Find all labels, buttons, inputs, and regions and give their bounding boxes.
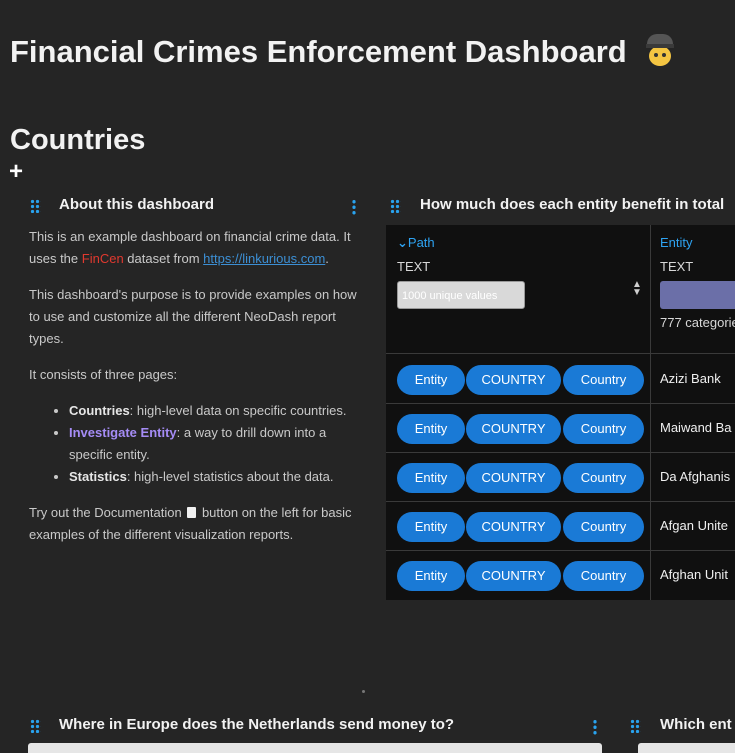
about-card-body: This is an example dashboard on financia… bbox=[29, 226, 367, 560]
table-row[interactable]: Entity COUNTRY Country Da Afghanis bbox=[386, 453, 735, 502]
about-paragraph-1: This is an example dashboard on financia… bbox=[29, 229, 351, 266]
dashboard-title-text: Financial Crimes Enforcement Dashboard bbox=[10, 34, 627, 69]
page-title: Countries bbox=[10, 124, 146, 156]
country-label-chip[interactable]: COUNTRY bbox=[466, 414, 561, 444]
table-row[interactable]: Entity COUNTRY Country Maiwand Ba bbox=[386, 404, 735, 453]
data-table: ⌄Path TEXT 1000 unique values ▲ ▼ Entity … bbox=[386, 225, 735, 600]
entity-chip[interactable]: Entity bbox=[397, 365, 465, 395]
column-header-path[interactable]: ⌄Path bbox=[397, 235, 435, 251]
entity-chip[interactable]: Entity bbox=[397, 561, 465, 591]
country-chip[interactable]: Country bbox=[563, 512, 644, 542]
map-panel[interactable] bbox=[28, 743, 602, 753]
entity-filter-input[interactable] bbox=[660, 281, 735, 309]
list-item: Statistics: high-level statistics about … bbox=[69, 466, 367, 488]
entity-cell: Afgan Unite bbox=[660, 518, 728, 533]
entity-cell: Azizi Bank bbox=[660, 371, 721, 386]
drag-handle-icon[interactable] bbox=[30, 719, 41, 733]
entity-cell: Da Afghanis bbox=[660, 469, 731, 484]
country-chip[interactable]: Country bbox=[563, 414, 644, 444]
column-type-label: TEXT bbox=[397, 259, 431, 274]
entity-chip[interactable]: Entity bbox=[397, 512, 465, 542]
country-label-chip[interactable]: COUNTRY bbox=[466, 512, 561, 542]
country-chip[interactable]: Country bbox=[563, 365, 644, 395]
about-paragraph-2: This dashboard's purpose is to provide e… bbox=[29, 287, 357, 346]
more-menu-icon[interactable] bbox=[352, 199, 356, 215]
country-label-chip[interactable]: COUNTRY bbox=[466, 365, 561, 395]
about-paragraph-3: It consists of three pages: bbox=[29, 367, 178, 382]
column-header-entity[interactable]: Entity bbox=[660, 235, 693, 250]
more-menu-icon[interactable] bbox=[593, 719, 597, 735]
table-card-title: How much does each entity benefit in tot… bbox=[420, 196, 725, 213]
chart-panel[interactable] bbox=[638, 743, 735, 753]
table-row[interactable]: Entity COUNTRY Country Afgan Unite bbox=[386, 502, 735, 551]
list-item: Countries: high-level data on specific c… bbox=[69, 400, 367, 422]
detective-emoji-icon bbox=[643, 33, 677, 67]
entity-chip[interactable]: Entity bbox=[397, 463, 465, 493]
about-paragraph-4: Try out the Documentation button on the … bbox=[29, 505, 352, 542]
column-type-label: TEXT bbox=[660, 259, 694, 274]
source-link[interactable]: https://linkurious.com bbox=[203, 251, 325, 266]
add-report-button[interactable]: + bbox=[9, 160, 23, 184]
drag-handle-icon[interactable] bbox=[390, 199, 401, 213]
which-entity-card-title: Which ent bbox=[660, 716, 732, 733]
category-count: 777 categories bbox=[660, 315, 735, 330]
entity-cell: Maiwand Ba bbox=[660, 420, 732, 435]
europe-card-title: Where in Europe does the Netherlands sen… bbox=[59, 716, 455, 733]
documentation-icon bbox=[187, 507, 197, 518]
list-item: Investigate Entity: a way to drill down … bbox=[69, 422, 367, 466]
about-card-title: About this dashboard bbox=[59, 196, 214, 213]
resize-handle[interactable] bbox=[362, 690, 365, 693]
path-filter-input[interactable]: 1000 unique values bbox=[397, 281, 525, 309]
sort-arrows-icon[interactable]: ▲ ▼ bbox=[632, 280, 642, 298]
country-chip[interactable]: Country bbox=[563, 561, 644, 591]
drag-handle-icon[interactable] bbox=[30, 199, 41, 213]
table-row[interactable]: Entity COUNTRY Country Azizi Bank bbox=[386, 355, 735, 404]
table-row[interactable]: Entity COUNTRY Country Afghan Unit bbox=[386, 551, 735, 600]
entity-cell: Afghan Unit bbox=[660, 567, 728, 582]
investigate-entity-link[interactable]: Investigate Entity bbox=[69, 425, 177, 440]
page-list: Countries: high-level data on specific c… bbox=[29, 400, 367, 488]
dashboard-title: Financial Crimes Enforcement Dashboard bbox=[10, 33, 677, 70]
entity-chip[interactable]: Entity bbox=[397, 414, 465, 444]
drag-handle-icon[interactable] bbox=[630, 719, 641, 733]
country-chip[interactable]: Country bbox=[563, 463, 644, 493]
header-divider bbox=[386, 353, 735, 354]
fincen-highlight: FinCen bbox=[81, 251, 124, 266]
country-label-chip[interactable]: COUNTRY bbox=[466, 561, 561, 591]
country-label-chip[interactable]: COUNTRY bbox=[466, 463, 561, 493]
